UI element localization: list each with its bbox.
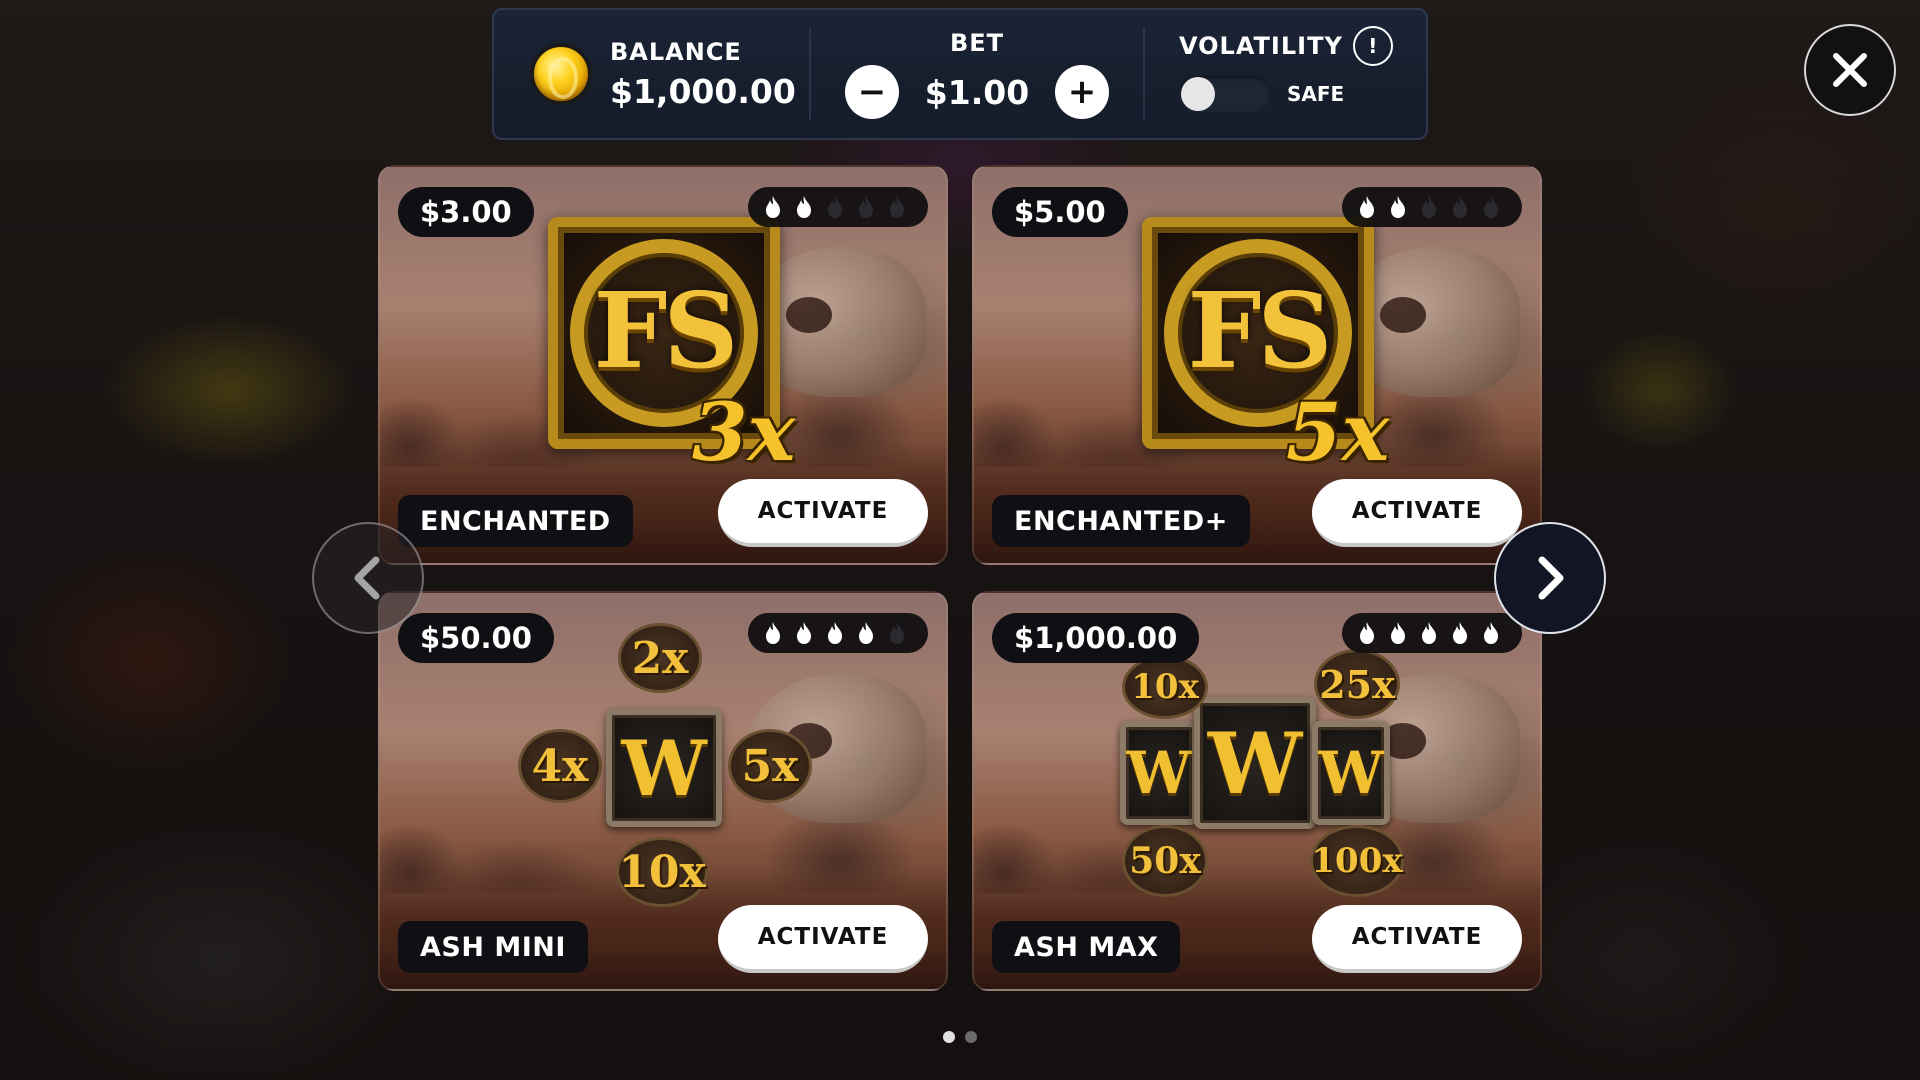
top-bar: BALANCE $1,000.00 BET − $1.00 + VOLATILI…: [492, 8, 1428, 140]
next-page-button[interactable]: [1494, 522, 1606, 634]
multiplier-badge: 50x: [1122, 825, 1208, 897]
balance-section: BALANCE $1,000.00: [494, 10, 809, 138]
toggle-knob: [1181, 77, 1215, 111]
chevron-right-icon: [1538, 556, 1564, 600]
volatility-flames: [1342, 613, 1522, 653]
activate-button[interactable]: ACTIVATE: [718, 905, 928, 973]
activate-button[interactable]: ACTIVATE: [1312, 905, 1522, 973]
pagination-dot[interactable]: [965, 1031, 977, 1043]
activate-button[interactable]: ACTIVATE: [1312, 479, 1522, 547]
bet-value: $1.00: [924, 72, 1030, 112]
flame-icon: [888, 195, 906, 219]
flame-icon: [826, 195, 844, 219]
flame-icon: [1451, 621, 1469, 645]
multiplier-badge: 4x: [518, 729, 602, 803]
flame-icon: [1482, 621, 1500, 645]
pagination-dot[interactable]: [943, 1031, 955, 1043]
volatility-label: VOLATILITY: [1179, 32, 1343, 60]
bet-decrease-button[interactable]: −: [845, 65, 899, 119]
price-badge: $3.00: [398, 187, 534, 237]
flame-icon: [1420, 195, 1438, 219]
multiplier-badge: 5x: [728, 729, 812, 803]
bonus-card-enchanted-plus: FS 5x $5.00 ENCHANTED+ ACTIVATE: [972, 165, 1542, 565]
balance-label: BALANCE: [610, 37, 742, 66]
emblem-text: FS: [593, 269, 739, 392]
volatility-flames: [1342, 187, 1522, 227]
background: [0, 0, 1920, 1080]
bonus-card-ash-mini: 2x 4x W 5x 10x $50.00 ASH MINI ACTIVATE: [378, 591, 948, 991]
price-badge: $1,000.00: [992, 613, 1200, 663]
card-name: ASH MAX: [992, 921, 1181, 973]
flame-icon: [857, 195, 875, 219]
bonus-card-ash-max: W W W 10x 25x 50x 100x $1,000.00 ASH MAX…: [972, 591, 1542, 991]
card-name: ENCHANTED+: [992, 495, 1250, 547]
multiplier-badge: 100x: [1310, 825, 1404, 897]
flame-icon: [1482, 195, 1500, 219]
flame-icon: [888, 621, 906, 645]
flame-icon: [857, 621, 875, 645]
chevron-left-icon: [354, 556, 380, 600]
wild-symbol: W: [606, 709, 722, 827]
flame-icon: [1389, 621, 1407, 645]
multiplier-label: 3x: [692, 385, 796, 479]
volatility-flames: [748, 613, 928, 653]
volatility-toggle[interactable]: [1179, 76, 1271, 112]
card-name: ENCHANTED: [398, 495, 633, 547]
pagination-dots: [943, 1031, 987, 1043]
coin-icon: [530, 43, 592, 105]
flame-icon: [1358, 195, 1376, 219]
flame-icon: [1389, 195, 1407, 219]
close-button[interactable]: [1804, 24, 1896, 116]
flame-icon: [764, 621, 782, 645]
prev-page-button[interactable]: [312, 522, 424, 634]
bet-label: BET: [949, 29, 1005, 57]
bet-section: BET − $1.00 +: [811, 10, 1143, 138]
emblem-text: FS: [1187, 269, 1333, 392]
flame-icon: [764, 195, 782, 219]
volatility-info-button[interactable]: !: [1352, 26, 1393, 66]
volatility-flames: [748, 187, 928, 227]
wild-symbol: W: [1194, 697, 1316, 829]
multiplier-badge: 10x: [616, 837, 708, 907]
flame-icon: [1358, 621, 1376, 645]
flame-icon: [795, 621, 813, 645]
balance-value: $1,000.00: [610, 71, 796, 111]
volatility-status: SAFE: [1287, 82, 1345, 106]
flame-icon: [826, 621, 844, 645]
price-badge: $5.00: [992, 187, 1128, 237]
bonus-card-enchanted: FS 3x $3.00 ENCHANTED ACTIVATE: [378, 165, 948, 565]
volatility-section: VOLATILITY ! SAFE: [1145, 10, 1426, 138]
close-icon: [1833, 53, 1867, 87]
bet-increase-button[interactable]: +: [1055, 65, 1109, 119]
flame-icon: [1420, 621, 1438, 645]
flame-icon: [1451, 195, 1469, 219]
multiplier-badge: 25x: [1314, 649, 1400, 719]
multiplier-label: 5x: [1286, 385, 1390, 479]
price-badge: $50.00: [398, 613, 554, 663]
card-name: ASH MINI: [398, 921, 588, 973]
activate-button[interactable]: ACTIVATE: [718, 479, 928, 547]
flame-icon: [795, 195, 813, 219]
multiplier-badge: 10x: [1122, 655, 1208, 719]
wild-symbol: W: [1120, 721, 1198, 825]
multiplier-badge: 2x: [618, 623, 702, 693]
wild-symbol: W: [1312, 721, 1390, 825]
